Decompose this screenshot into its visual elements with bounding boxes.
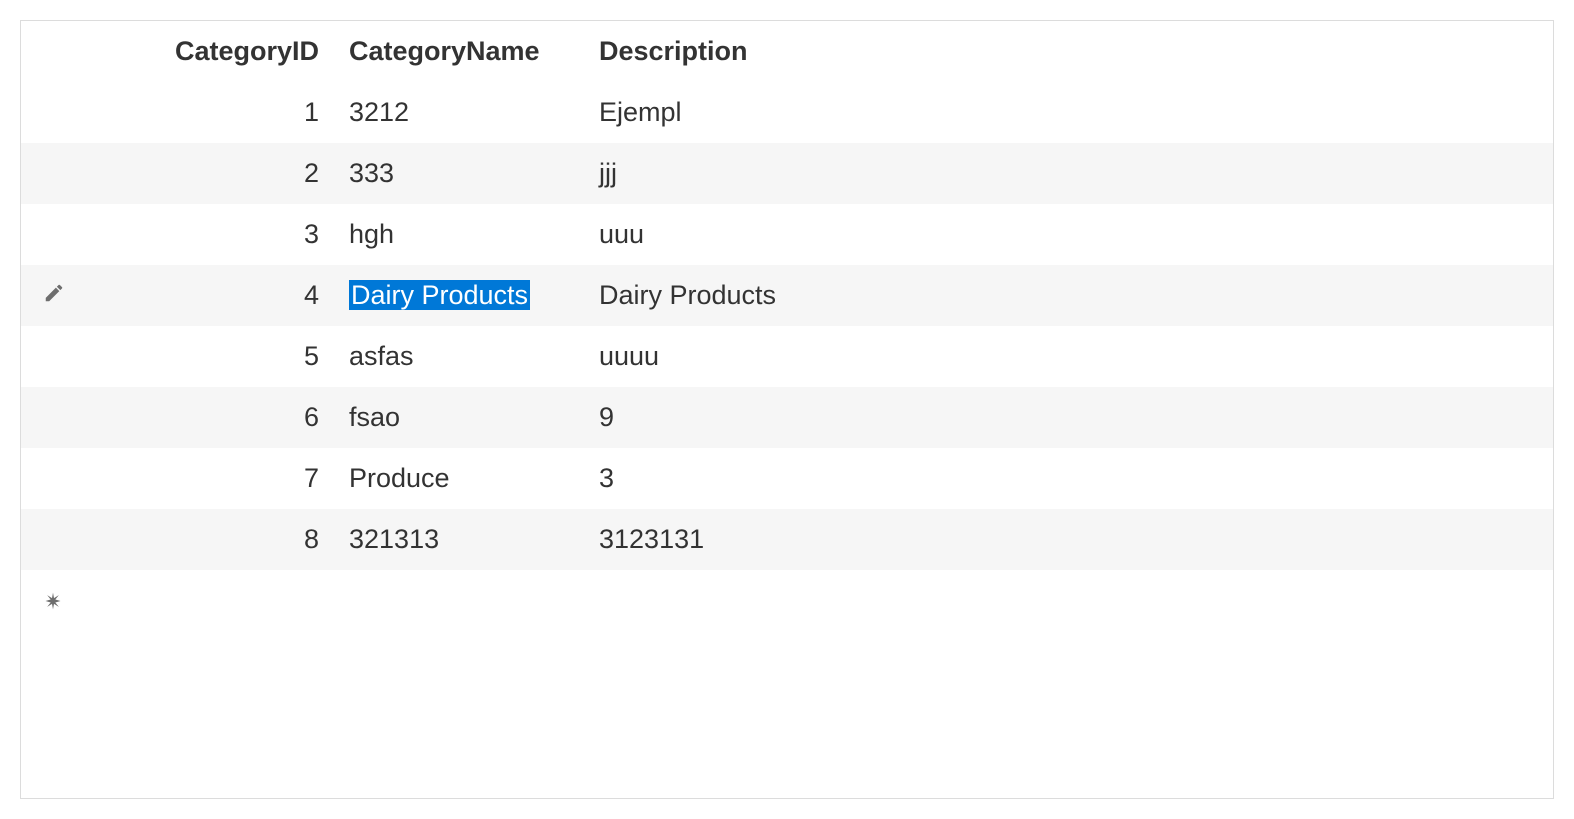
cell-category-id[interactable]: 2 [141, 143, 341, 204]
cell-category-name[interactable]: hgh [341, 204, 591, 265]
row-indicator [21, 570, 141, 634]
table-row[interactable]: 13212Ejempl [21, 82, 1553, 143]
row-indicator [21, 143, 141, 204]
cell-category-id[interactable]: 4 [141, 265, 341, 326]
row-indicator [21, 509, 141, 570]
selected-text[interactable]: Dairy Products [349, 280, 530, 310]
cell-description[interactable]: Ejempl [591, 82, 1553, 143]
cell-description[interactable]: 3 [591, 448, 1553, 509]
cell-category-name[interactable]: Dairy Products [341, 265, 591, 326]
asterisk-icon [43, 587, 63, 617]
pencil-icon [43, 280, 65, 310]
row-indicator [21, 387, 141, 448]
table-row[interactable]: 5asfasuuuu [21, 326, 1553, 387]
cell-category-id[interactable]: 7 [141, 448, 341, 509]
new-row[interactable] [21, 570, 1553, 634]
row-indicator [21, 204, 141, 265]
cell-description[interactable]: jjj [591, 143, 1553, 204]
cell-category-id[interactable]: 5 [141, 326, 341, 387]
row-indicator [21, 265, 141, 326]
cell-category-id[interactable]: 6 [141, 387, 341, 448]
cell-description[interactable]: uuu [591, 204, 1553, 265]
cell-description[interactable]: 9 [591, 387, 1553, 448]
empty-cell[interactable] [141, 570, 341, 634]
cell-description[interactable]: 3123131 [591, 509, 1553, 570]
data-grid[interactable]: CategoryID CategoryName Description 1321… [20, 20, 1554, 799]
table-row[interactable]: 2333jjj [21, 143, 1553, 204]
row-indicator [21, 82, 141, 143]
header-indicator [21, 21, 141, 82]
cell-category-id[interactable]: 1 [141, 82, 341, 143]
cell-category-id[interactable]: 8 [141, 509, 341, 570]
cell-description[interactable]: uuuu [591, 326, 1553, 387]
empty-cell[interactable] [341, 570, 591, 634]
cell-description[interactable]: Dairy Products [591, 265, 1553, 326]
cell-category-name[interactable]: fsao [341, 387, 591, 448]
row-indicator [21, 326, 141, 387]
cell-category-id[interactable]: 3 [141, 204, 341, 265]
cell-category-name[interactable]: 3212 [341, 82, 591, 143]
table-row[interactable]: 6fsao9 [21, 387, 1553, 448]
header-description[interactable]: Description [591, 21, 1553, 82]
cell-category-name[interactable]: 321313 [341, 509, 591, 570]
categories-table: CategoryID CategoryName Description 1321… [21, 21, 1553, 634]
table-row[interactable]: 3hghuuu [21, 204, 1553, 265]
row-indicator [21, 448, 141, 509]
header-category-id[interactable]: CategoryID [141, 21, 341, 82]
cell-category-name[interactable]: 333 [341, 143, 591, 204]
table-row[interactable]: 4 Dairy Products Dairy Products [21, 265, 1553, 326]
cell-category-name[interactable]: Produce [341, 448, 591, 509]
table-row[interactable]: 7Produce3 [21, 448, 1553, 509]
header-row: CategoryID CategoryName Description [21, 21, 1553, 82]
empty-cell[interactable] [591, 570, 1553, 634]
header-category-name[interactable]: CategoryName [341, 21, 591, 82]
cell-category-name[interactable]: asfas [341, 326, 591, 387]
table-row[interactable]: 83213133123131 [21, 509, 1553, 570]
